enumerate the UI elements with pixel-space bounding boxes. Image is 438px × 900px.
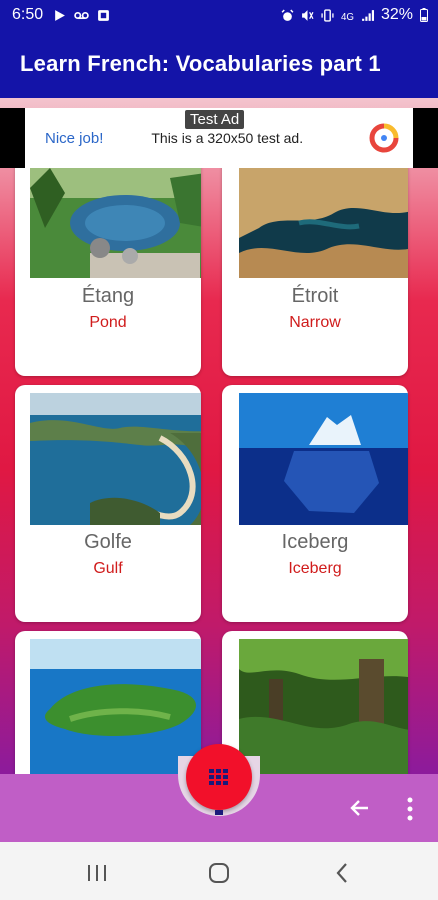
- jungle-image: [239, 639, 408, 774]
- vocab-translation: Pond: [89, 314, 127, 331]
- page-title: Learn French: Vocabularies part 1: [20, 51, 381, 76]
- vocab-grid[interactable]: Golfe Gulf Iceberg Iceberg: [0, 98, 438, 774]
- gulf-image: [30, 393, 201, 525]
- battery-icon: [420, 8, 428, 22]
- app-icon: [98, 9, 110, 21]
- mute-icon: [302, 9, 314, 21]
- pond-image: [30, 168, 201, 278]
- back-icon[interactable]: [334, 862, 350, 884]
- island-image: [30, 639, 201, 774]
- arrow-left-icon[interactable]: [348, 796, 372, 820]
- grid-menu-button[interactable]: [186, 744, 252, 810]
- ad-logo-icon: [369, 123, 399, 153]
- vocab-card-iceberg[interactable]: Iceberg Iceberg: [222, 385, 408, 622]
- ad-nice-text: Nice job!: [45, 129, 104, 147]
- app-bar: Learn French: Vocabularies part 1: [0, 30, 438, 98]
- vocab-word: Étroit: [291, 285, 339, 307]
- status-time: 6:50: [12, 6, 44, 23]
- iceberg-image: [239, 393, 408, 525]
- vocab-translation: Gulf: [93, 560, 123, 577]
- vocab-card-golfe[interactable]: Golfe Gulf: [15, 385, 201, 622]
- vocab-translation: Iceberg: [288, 560, 342, 577]
- home-icon[interactable]: [208, 862, 230, 884]
- vocab-word: Étang: [81, 285, 135, 307]
- 4g-icon: 4G: [341, 11, 354, 21]
- vocab-translation: Narrow: [289, 314, 341, 331]
- recents-icon[interactable]: [86, 864, 108, 882]
- alarm-icon: [281, 9, 294, 21]
- svg-text:4G: 4G: [341, 11, 354, 21]
- ad-text: This is a 320x50 test ad.: [151, 130, 304, 146]
- fab-indicator: [215, 810, 223, 815]
- voicemail-icon: [74, 11, 89, 19]
- grid-icon: [209, 769, 228, 785]
- signal-icon: [362, 9, 374, 21]
- vocab-card-jungle[interactable]: [222, 631, 408, 774]
- vocab-card-island[interactable]: [15, 631, 201, 774]
- vocab-word: Iceberg: [281, 531, 349, 553]
- more-vert-icon[interactable]: [404, 796, 416, 822]
- ad-label: Test Ad: [185, 110, 245, 129]
- strait-image: [239, 168, 408, 278]
- vocab-word: Golfe: [84, 531, 132, 553]
- battery-text: 32%: [380, 6, 413, 23]
- play-icon: [55, 9, 66, 21]
- status-bar: 6:50 4G 32%: [0, 0, 438, 30]
- vibrate-icon: [321, 8, 334, 22]
